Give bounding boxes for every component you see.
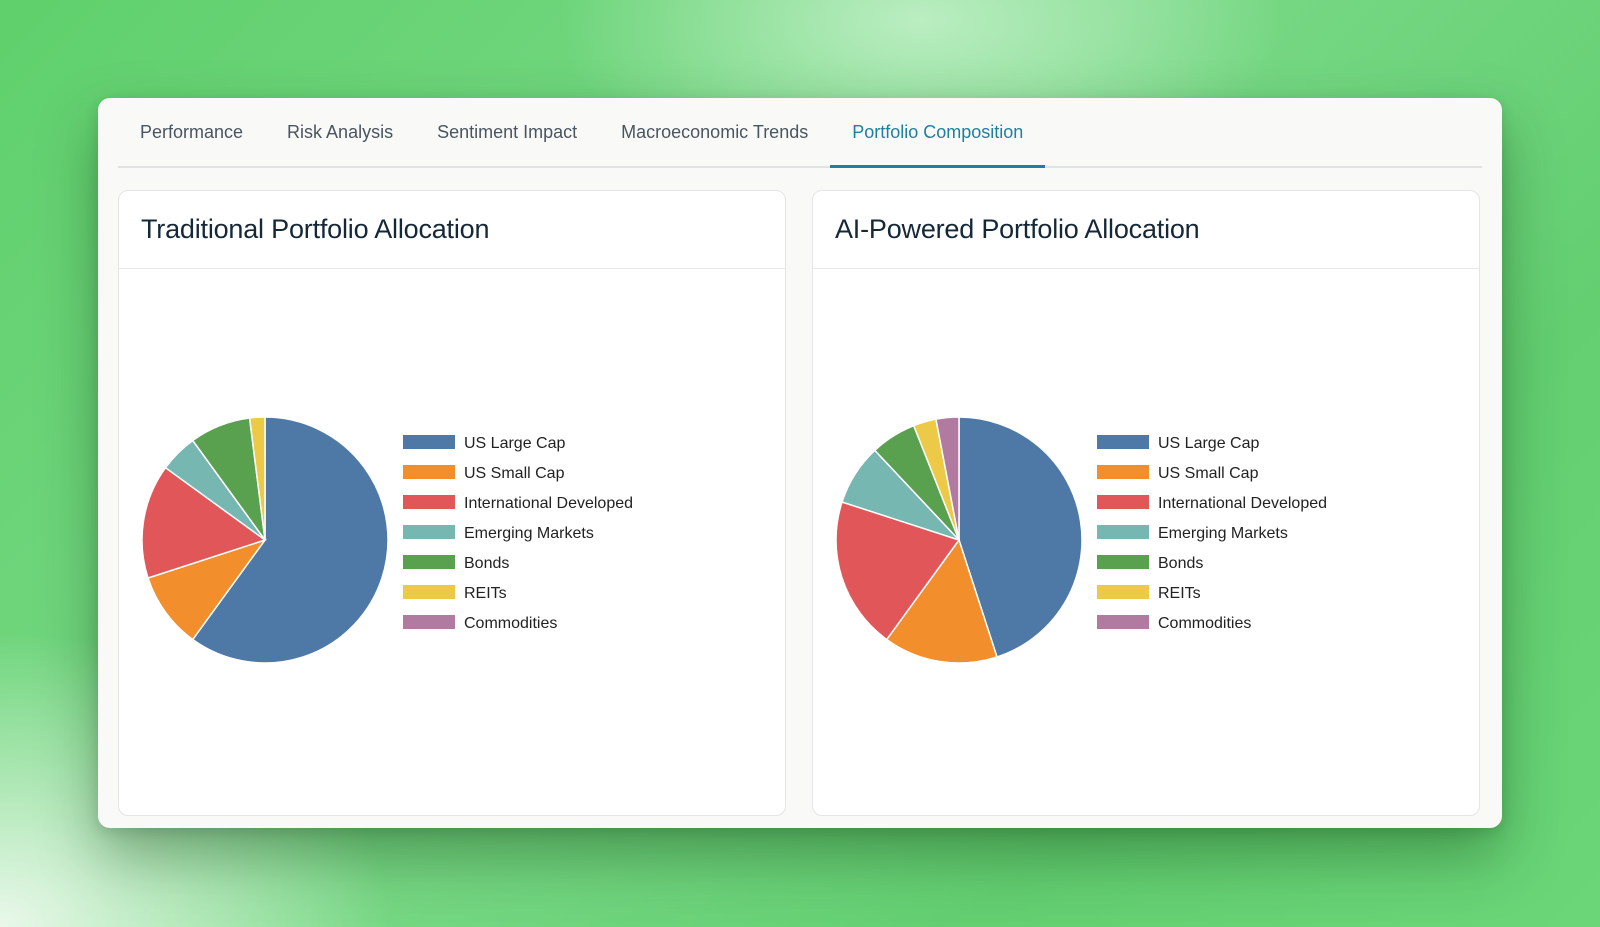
legend-label-emerging-markets[interactable]: Emerging Markets <box>464 525 594 542</box>
traditional-allocation-card: Traditional Portfolio Allocation US Larg… <box>118 190 786 816</box>
tab-sentiment-impact[interactable]: Sentiment Impact <box>415 98 599 166</box>
legend-swatch-reits[interactable] <box>403 585 455 599</box>
legend-label-reits[interactable]: REITs <box>1158 585 1201 602</box>
tab-risk-analysis[interactable]: Risk Analysis <box>265 98 415 166</box>
dashboard-window: Performance Risk Analysis Sentiment Impa… <box>98 98 1502 828</box>
card-title: AI-Powered Portfolio Allocation <box>835 214 1200 244</box>
legend-label-reits[interactable]: REITs <box>464 585 507 602</box>
legend-label-bonds[interactable]: Bonds <box>464 555 509 572</box>
legend-swatch-international-developed[interactable] <box>1097 495 1149 509</box>
ai-pie-chart: US Large Cap US Small Cap International De… <box>835 416 1327 664</box>
legend-swatch-us-small-cap[interactable] <box>1097 465 1149 479</box>
legend-label-commodities[interactable]: Commodities <box>1158 615 1251 632</box>
legend-swatch-us-large-cap[interactable] <box>1097 435 1149 449</box>
legend-label-us-large-cap[interactable]: US Large Cap <box>464 435 565 452</box>
legend-label-international-developed[interactable]: International Developed <box>464 495 633 512</box>
ai-allocation-card: AI-Powered Portfolio Allocation US Large… <box>812 190 1480 816</box>
tab-macroeconomic-trends[interactable]: Macroeconomic Trends <box>599 98 830 166</box>
card-header: Traditional Portfolio Allocation <box>119 191 785 269</box>
legend-swatch-us-large-cap[interactable] <box>403 435 455 449</box>
traditional-pie-chart: US Large Cap US Small Cap International De… <box>141 416 633 664</box>
legend-swatch-bonds[interactable] <box>403 555 455 569</box>
legend-swatch-international-developed[interactable] <box>403 495 455 509</box>
card-title: Traditional Portfolio Allocation <box>141 214 490 244</box>
tab-portfolio-composition[interactable]: Portfolio Composition <box>830 98 1046 168</box>
legend-swatch-reits[interactable] <box>1097 585 1149 599</box>
legend-swatch-commodities[interactable] <box>403 615 455 629</box>
legend-label-us-small-cap[interactable]: US Small Cap <box>464 465 565 482</box>
legend-swatch-us-small-cap[interactable] <box>403 465 455 479</box>
legend-swatch-emerging-markets[interactable] <box>1097 525 1149 539</box>
legend-swatch-bonds[interactable] <box>1097 555 1149 569</box>
legend-label-bonds[interactable]: Bonds <box>1158 555 1203 572</box>
legend-swatch-commodities[interactable] <box>1097 615 1149 629</box>
tab-bar: Performance Risk Analysis Sentiment Impa… <box>118 98 1482 168</box>
tab-performance[interactable]: Performance <box>118 98 265 166</box>
legend-label-commodities[interactable]: Commodities <box>464 615 557 632</box>
legend-label-us-small-cap[interactable]: US Small Cap <box>1158 465 1259 482</box>
legend-label-us-large-cap[interactable]: US Large Cap <box>1158 435 1259 452</box>
card-header: AI-Powered Portfolio Allocation <box>813 191 1479 269</box>
legend-label-emerging-markets[interactable]: Emerging Markets <box>1158 525 1288 542</box>
legend-swatch-emerging-markets[interactable] <box>403 525 455 539</box>
legend-label-international-developed[interactable]: International Developed <box>1158 495 1327 512</box>
